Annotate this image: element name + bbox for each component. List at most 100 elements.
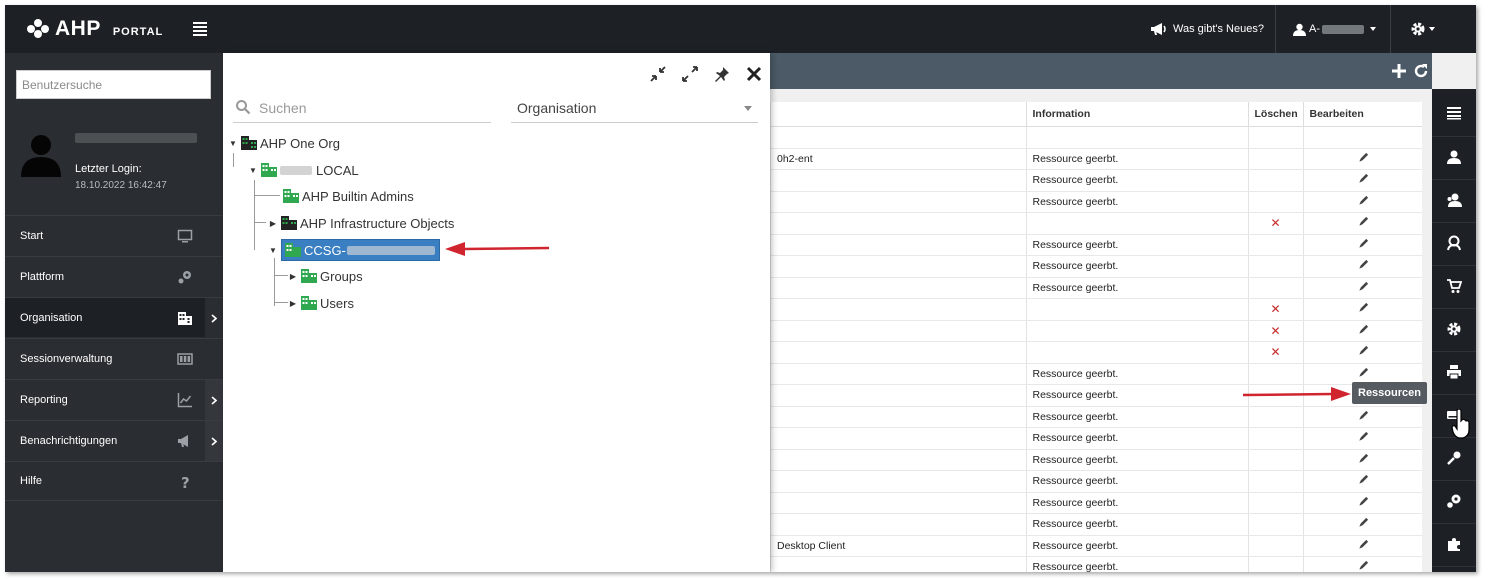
edit-button[interactable] — [1303, 277, 1422, 299]
edit-button[interactable] — [1303, 449, 1422, 471]
user-name-label: A- — [1309, 23, 1320, 35]
edit-button[interactable] — [1303, 320, 1422, 342]
tree-node-ahp-one-org[interactable]: ▼ AHP One Org — [228, 133, 340, 153]
edit-pencil-icon — [1359, 367, 1368, 377]
tree-node-ahp-builtin-admins[interactable]: AHP Builtin Admins — [283, 186, 414, 206]
organisation-select-value: Organisation — [517, 100, 597, 116]
sidebar-item-organisation[interactable]: Organisation — [5, 297, 223, 338]
last-login-value: 18.10.2022 16:42:47 — [75, 180, 167, 191]
table-row: Ressource geerbt. — [771, 255, 1422, 278]
edit-pencil-icon — [1359, 260, 1368, 269]
cell-delete[interactable]: ✕ — [1248, 298, 1304, 321]
edit-button[interactable] — [1303, 535, 1422, 557]
edit-button[interactable] — [1303, 427, 1422, 450]
tree-toggle-icon[interactable]: ▼ — [248, 166, 258, 175]
tree-node-selected[interactable]: CCSG- — [281, 239, 440, 261]
edit-button[interactable] — [1303, 556, 1422, 572]
cell-name — [771, 169, 1027, 192]
cell-delete — [1248, 277, 1304, 299]
edit-button[interactable] — [1303, 341, 1422, 364]
cell-delete — [1248, 427, 1304, 450]
delete-x-icon[interactable]: ✕ — [1270, 345, 1280, 359]
add-icon[interactable] — [1391, 63, 1407, 79]
chevron-right-icon — [205, 421, 223, 461]
tree-toggle-icon[interactable]: ▼ — [228, 139, 238, 148]
organisation-select[interactable]: Organisation — [511, 95, 758, 123]
edit-button[interactable] — [1303, 406, 1422, 428]
printer-icon[interactable] — [1432, 351, 1476, 391]
tools-icon[interactable] — [1432, 437, 1476, 477]
cell-delete[interactable]: ✕ — [1248, 320, 1304, 342]
app-window: AHP PORTAL Was gibt's Neues? A- Letzter … — [5, 5, 1476, 572]
edit-button[interactable] — [1303, 212, 1422, 235]
sidebar-item-hilfe[interactable]: Hilfe ? — [5, 461, 223, 501]
tree-node-label: LOCAL — [316, 162, 359, 178]
tree-toggle-icon[interactable]: ▶ — [268, 219, 278, 228]
tree-toggle-icon[interactable]: ▼ — [268, 246, 278, 255]
tree-node-users[interactable]: ▶ Users — [288, 293, 354, 313]
brand-logo[interactable]: AHP PORTAL — [27, 17, 163, 41]
edit-button[interactable] — [1303, 191, 1422, 213]
tree-node-ccsg[interactable]: ▼ CCSG- — [268, 239, 440, 261]
sidebar: Letzter Login: 18.10.2022 16:42:47 Start… — [5, 53, 223, 572]
user-menu[interactable]: A- — [1293, 5, 1376, 53]
platform-icon[interactable] — [1432, 480, 1476, 520]
gear-icon[interactable] — [1432, 308, 1476, 348]
news-link[interactable]: Was gibt's Neues? — [1150, 5, 1264, 53]
cell-name — [771, 298, 1027, 321]
edit-pencil-icon — [1359, 303, 1368, 312]
tree-toggle-icon[interactable]: ▶ — [288, 272, 298, 281]
cell-delete[interactable]: ✕ — [1248, 212, 1304, 235]
collapse-all-icon[interactable] — [649, 65, 667, 83]
user-icon[interactable] — [1432, 136, 1476, 176]
edit-button[interactable] — [1303, 169, 1422, 192]
cell-delete[interactable]: ✕ — [1248, 341, 1304, 364]
tree-node-label: AHP Builtin Admins — [302, 188, 414, 204]
edit-button[interactable] — [1303, 492, 1422, 514]
edit-button[interactable] — [1303, 148, 1422, 170]
platform-icon — [178, 271, 191, 284]
edit-button[interactable] — [1303, 234, 1422, 256]
filter-cell[interactable] — [771, 126, 1027, 149]
cell-name: 0h2-ent — [771, 148, 1027, 170]
users-icon[interactable] — [1432, 222, 1476, 262]
close-icon[interactable] — [745, 65, 763, 83]
sidebar-item-plattform[interactable]: Plattform — [5, 256, 223, 296]
cell-name — [771, 255, 1027, 278]
filter-cell — [1248, 126, 1304, 149]
user-group-icon[interactable] — [1432, 179, 1476, 219]
tree-node-local[interactable]: ▼ LOCAL — [248, 160, 359, 180]
cell-delete — [1248, 148, 1304, 170]
sidebar-item-start[interactable]: Start — [5, 215, 223, 255]
tree-toggle-icon[interactable]: ▶ — [288, 299, 298, 308]
expand-all-icon[interactable] — [681, 65, 699, 83]
list-icon[interactable] — [1432, 93, 1476, 133]
puzzle-icon[interactable] — [1432, 523, 1476, 563]
user-search-input[interactable] — [16, 70, 211, 99]
delete-x-icon[interactable]: ✕ — [1270, 302, 1280, 316]
sidebar-item-label: Plattform — [20, 270, 65, 283]
edit-button[interactable] — [1303, 255, 1422, 278]
sidebar-item-sessionverwaltung[interactable]: Sessionverwaltung — [5, 338, 223, 378]
edit-button[interactable] — [1303, 513, 1422, 536]
filter-cell[interactable] — [1026, 126, 1249, 149]
share-icon[interactable] — [1432, 566, 1476, 572]
edit-button[interactable] — [1303, 470, 1422, 493]
delete-x-icon[interactable]: ✕ — [1270, 216, 1280, 230]
edit-pencil-icon — [1359, 346, 1368, 355]
tree-node-ahp-infrastructure-objects[interactable]: ▶ AHP Infrastructure Objects — [268, 213, 454, 233]
edit-pencil-icon — [1359, 281, 1368, 291]
tree-search-input[interactable] — [259, 97, 484, 119]
cart-icon[interactable] — [1432, 265, 1476, 305]
delete-x-icon[interactable]: ✕ — [1270, 324, 1280, 338]
sidebar-item-benachrichtigungen[interactable]: Benachrichtigungen — [5, 420, 223, 461]
pin-icon[interactable] — [713, 65, 731, 83]
cell-name — [771, 427, 1027, 450]
tree-node-groups[interactable]: ▶ Groups — [288, 266, 363, 286]
settings-menu[interactable] — [1410, 5, 1435, 53]
tree-node-label: AHP Infrastructure Objects — [300, 215, 455, 231]
edit-button[interactable] — [1303, 298, 1422, 321]
menu-toggle-icon[interactable] — [193, 22, 207, 36]
sidebar-item-reporting[interactable]: Reporting — [5, 379, 223, 420]
refresh-icon[interactable] — [1413, 63, 1429, 79]
